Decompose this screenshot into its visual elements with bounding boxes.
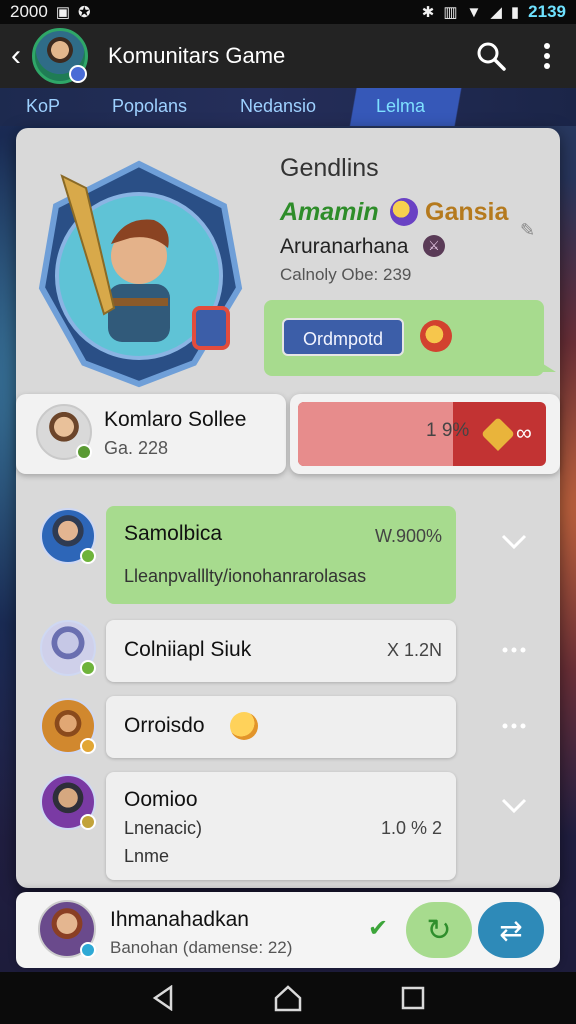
chevron-down-icon	[501, 798, 527, 814]
swap-icon: ⇄	[499, 914, 523, 946]
message-avatar	[40, 698, 96, 754]
wifi-icon: ▼	[466, 3, 482, 21]
message-bubble: Oomioo 1.0 % 2 Lnenacic) Lnme	[106, 772, 456, 880]
footer-card[interactable]: Ihmanahadkan Banohan (damеnse: 22) ✔ ↻ ⇄	[16, 892, 560, 968]
heart-icon	[481, 417, 515, 451]
back-button[interactable]: ‹	[6, 36, 26, 76]
signal-icon: ◢	[490, 3, 502, 21]
home-icon	[274, 985, 302, 1012]
smiley-emoji-icon	[230, 712, 258, 740]
message-sender: Samolbica	[124, 522, 223, 545]
player-subtitle: Ga. 228	[104, 438, 169, 458]
guild-emblem-icon	[390, 198, 418, 226]
message-value: 1.0 % 2	[380, 818, 442, 838]
more-horizontal-icon	[502, 723, 526, 729]
progress-card[interactable]: 1 9% ∞	[290, 394, 560, 474]
message-value: X 1.2N	[386, 640, 442, 660]
vibrate-icon: ▥	[443, 3, 458, 21]
hero-guild-tag: Gansia	[425, 198, 509, 226]
message-sender: Oomioo	[124, 788, 198, 811]
swap-button[interactable]: ⇄	[478, 902, 544, 958]
progress-text: 1 9%	[426, 420, 470, 441]
online-badge-icon	[80, 814, 96, 830]
system-nav-bar	[0, 972, 576, 1024]
hero-guild-name: Amamin	[280, 198, 379, 226]
more-vertical-icon	[544, 43, 550, 69]
main-panel: Gendlins Amamin Gansia Aruranarhana ⚔ Ca…	[16, 128, 560, 888]
tab-kop[interactable]: KoP	[26, 96, 60, 117]
footer-avatar	[38, 900, 96, 958]
message-sender: Orroisdo	[124, 714, 205, 737]
search-icon	[477, 42, 506, 71]
group-avatar[interactable]	[32, 28, 88, 84]
tab-popolans[interactable]: Popolans	[112, 96, 187, 117]
online-badge-icon	[76, 444, 92, 460]
nav-recents-button[interactable]	[393, 978, 433, 1018]
message-text: Lnenacic)	[124, 818, 203, 838]
status-time: 2139	[528, 2, 566, 21]
footer-subtitle: Banohan (damеnse: 22)	[110, 938, 293, 957]
hero-emblem-icon	[38, 160, 243, 388]
crossed-swords-icon: ⚔	[423, 235, 445, 257]
recents-square-icon	[402, 986, 425, 1010]
chevron-down-icon	[501, 534, 527, 550]
overflow-menu-button[interactable]	[530, 39, 564, 73]
status-bar: 2000 ▣ ✪ ✱ ▥ ▼ ◢ ▮ 2139	[0, 0, 576, 24]
tab-nedansio[interactable]: Nedansio	[240, 96, 316, 117]
message-bubble: Colniiapl Siuk X 1.2N	[106, 620, 456, 682]
bluetooth-icon: ✱	[421, 3, 435, 21]
nav-home-button[interactable]	[268, 978, 308, 1018]
online-badge-icon	[80, 548, 96, 564]
status-chip-button[interactable]: Ordmpotd	[282, 318, 404, 356]
link-icon[interactable]: ∞	[516, 420, 532, 446]
progress-bar: 1 9% ∞	[298, 402, 546, 466]
footer-name: Ihmanahadkan	[110, 908, 249, 931]
more-horizontal-icon	[502, 647, 526, 653]
refresh-icon: ↻	[426, 913, 452, 947]
message-value: W.900%	[374, 526, 442, 546]
online-badge-icon	[80, 942, 96, 958]
hero-title: Gendlins	[280, 154, 379, 182]
player-name: Komlaro Sollee	[104, 408, 247, 431]
expand-button[interactable]	[496, 524, 532, 560]
app-notification-icon: ✪	[78, 3, 91, 21]
gallery-icon: ▣	[55, 3, 71, 21]
more-options-button[interactable]	[496, 708, 532, 744]
player-avatar	[36, 404, 92, 460]
tab-lelma[interactable]: Lelma	[376, 96, 425, 117]
avatar-badge-icon	[69, 65, 87, 83]
online-badge-icon	[80, 738, 96, 754]
status-bubble: Ordmpotd	[264, 300, 556, 376]
more-options-button[interactable]	[496, 632, 532, 668]
reward-badge-icon[interactable]	[420, 320, 452, 352]
nav-back-button[interactable]	[143, 978, 183, 1018]
hero-meta: Calnoly Obe: 239	[280, 265, 412, 284]
battery-icon: ▮	[510, 3, 520, 21]
expand-button[interactable]	[496, 788, 532, 824]
status-left-text: 2000	[10, 2, 48, 21]
back-triangle-icon	[152, 985, 172, 1011]
message-text: Lleanpvalllty/ionohanrarolasas	[124, 566, 367, 586]
hero-subtitle: Aruranarhana	[280, 235, 409, 258]
app-title: Komunitars Game	[108, 43, 286, 68]
app-bar: ‹ Komunitars Game	[0, 24, 576, 88]
online-badge-icon	[80, 660, 96, 676]
search-button[interactable]	[474, 39, 508, 73]
edit-icon[interactable]: ✎	[520, 220, 535, 241]
message-sender: Colniiapl Siuk	[124, 638, 252, 661]
check-icon: ✔	[368, 915, 389, 942]
message-text-line2: Lnme	[124, 846, 170, 866]
message-avatar	[40, 508, 96, 564]
message-bubble: Orroisdo	[106, 696, 456, 758]
message-bubble: Samolbica W.900% Lleanpvalllty/ionohanra…	[106, 506, 456, 604]
message-avatar	[40, 774, 96, 830]
refresh-button[interactable]: ↻	[406, 902, 472, 958]
player-card[interactable]: Komlaro Sollee Ga. 228	[16, 394, 286, 474]
message-avatar	[40, 620, 96, 676]
